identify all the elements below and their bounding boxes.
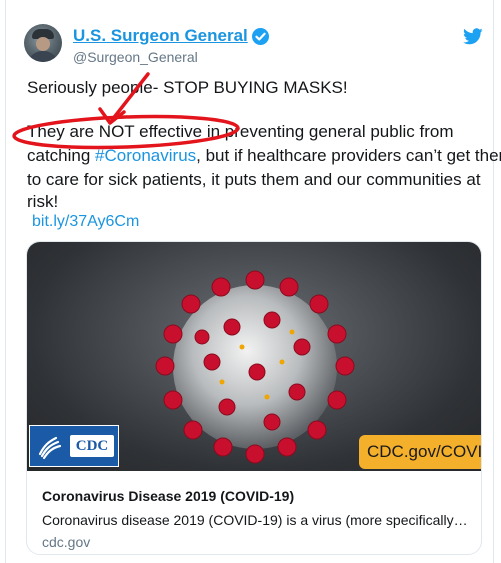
verified-badge-icon	[251, 27, 269, 45]
tweet-text-line-2: They are NOT effective in preventing gen…	[27, 122, 454, 141]
card-description: Coronavirus disease 2019 (COVID-19) is a…	[42, 512, 468, 528]
short-link[interactable]: bit.ly/37Ay6Cm	[32, 213, 139, 231]
twitter-bird-icon[interactable]	[463, 28, 483, 45]
tweet-text-line-3-suffix: , but if healthcare providers can’t get …	[196, 146, 501, 165]
tweet-text-line-3-prefix: catching	[27, 146, 96, 165]
tweet-card: U.S. Surgeon General @Surgeon_General Se…	[5, 0, 501, 563]
author-handle[interactable]: @Surgeon_General	[73, 49, 198, 65]
author-name-row: U.S. Surgeon General	[73, 26, 269, 46]
tweet-text-line-5: risk!	[27, 192, 59, 211]
card-domain: cdc.gov	[42, 534, 91, 550]
hashtag-link[interactable]: #Coronavirus	[95, 146, 196, 165]
cdc-logo: CDC	[29, 425, 119, 467]
avatar[interactable]	[24, 24, 62, 62]
tweet-text-line-4: to care for sick patients, it puts them …	[27, 170, 481, 189]
tweet-text-line-1: Seriously people- STOP BUYING MASKS!	[27, 78, 348, 97]
image-caption-badge: CDC.gov/COVID19	[359, 435, 481, 469]
link-preview-card[interactable]: CDC CDC.gov/COVID19 Coronavirus Disease …	[26, 241, 482, 555]
tweet-text-line-3: catching #Coronavirus, but if healthcare…	[27, 145, 501, 167]
card-title[interactable]: Coronavirus Disease 2019 (COVID-19)	[42, 488, 294, 504]
hhs-eagle-icon	[38, 436, 62, 460]
cdc-logo-text: CDC	[70, 435, 114, 457]
author-display-name[interactable]: U.S. Surgeon General	[73, 26, 248, 46]
card-image[interactable]: CDC CDC.gov/COVID19	[27, 242, 481, 471]
